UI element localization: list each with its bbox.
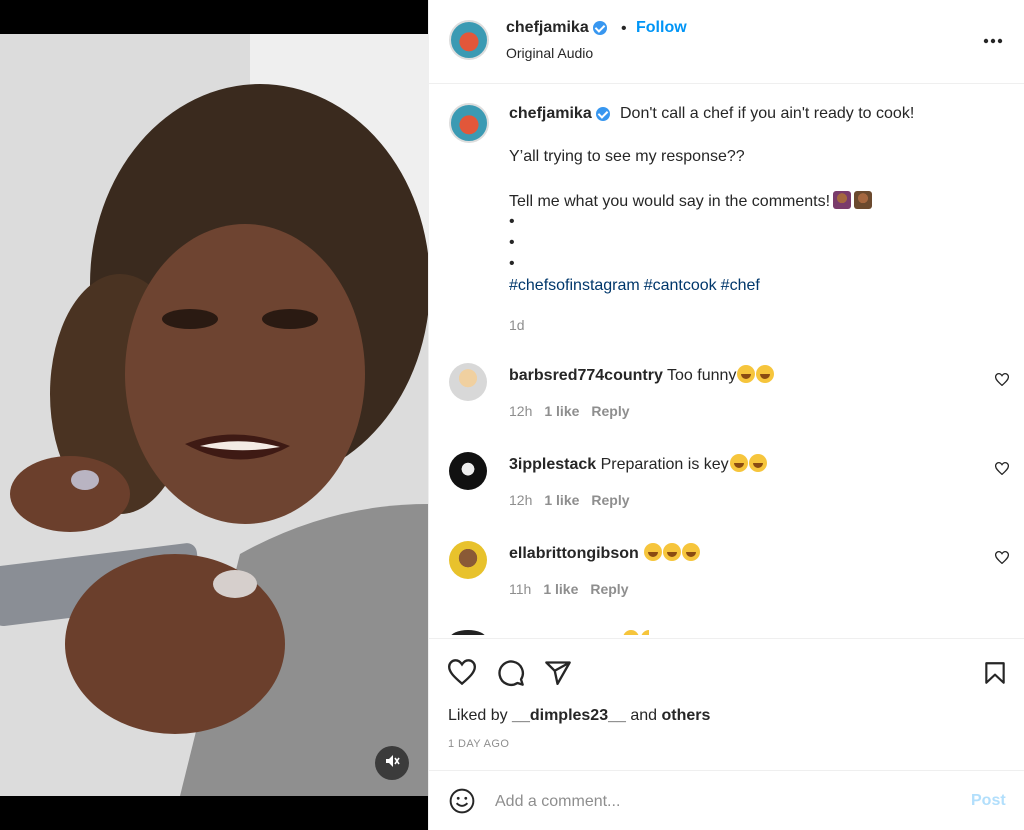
mute-button[interactable] bbox=[375, 746, 409, 780]
comment-bubble-icon bbox=[497, 660, 525, 691]
emoji-picker-button[interactable] bbox=[449, 788, 477, 816]
hashtag-link[interactable]: #chefsofinstagram bbox=[509, 277, 640, 294]
comment-body: barbsred774country Too funny bbox=[509, 365, 775, 385]
share-button[interactable] bbox=[544, 659, 572, 687]
reply-button[interactable]: Reply bbox=[591, 492, 629, 508]
caption-hashtags: #chefsofinstagram #cantcook #chef bbox=[509, 277, 764, 295]
comment-meta: 12h 1 like Reply bbox=[509, 403, 642, 419]
author-username[interactable]: chefjamika bbox=[506, 19, 607, 37]
verified-badge-icon bbox=[595, 106, 610, 121]
comment-time[interactable]: 11h bbox=[509, 581, 531, 597]
comment-body: 3ipplestack Preparation is key bbox=[509, 454, 767, 474]
post-comment-button[interactable]: Post bbox=[971, 792, 1006, 810]
hashtag-link[interactable]: #cantcook bbox=[644, 277, 717, 294]
caption-username[interactable]: chefjamika bbox=[509, 105, 610, 123]
comment-meta: 12h 1 like Reply bbox=[509, 492, 642, 508]
comment-likes[interactable]: 1 like bbox=[544, 492, 579, 508]
comment-text: Too funny bbox=[667, 367, 737, 384]
comment-like-button[interactable] bbox=[994, 551, 1011, 568]
laughing-emoji-icon bbox=[756, 365, 775, 383]
save-button[interactable] bbox=[982, 659, 1010, 687]
heart-icon bbox=[994, 462, 1010, 479]
caption-line-3: Tell me what you would say in the commen… bbox=[509, 191, 873, 211]
post-panel: chefjamika • Follow Original Audio chefj… bbox=[428, 0, 1024, 830]
caption-bullet: • bbox=[509, 234, 515, 251]
liked-by-prefix: Liked by bbox=[448, 707, 508, 724]
speaker-muted-icon bbox=[384, 753, 400, 774]
comment-like-button[interactable] bbox=[994, 462, 1011, 479]
laughing-emoji-icon bbox=[729, 454, 748, 472]
header-separator: • bbox=[621, 20, 627, 37]
comment-likes[interactable]: 1 like bbox=[543, 581, 578, 597]
comment-row: ellabrittongibson 11h 1 like Reply bbox=[429, 541, 1024, 621]
like-button[interactable] bbox=[447, 659, 477, 689]
more-horizontal-icon bbox=[983, 31, 1003, 49]
comment-text: Preparation is key bbox=[600, 456, 729, 473]
post-header: chefjamika • Follow Original Audio bbox=[429, 0, 1024, 84]
more-options-button[interactable] bbox=[981, 28, 1005, 52]
commenter-username[interactable]: barbsred774country bbox=[509, 367, 663, 384]
comment-body: ellabrittongibson bbox=[509, 543, 701, 563]
liked-by-others-link[interactable]: others bbox=[662, 707, 711, 724]
smiley-icon bbox=[449, 788, 475, 818]
comments-scroll-area[interactable]: chefjamika Don't call a chef if you ain'… bbox=[429, 85, 1024, 635]
liked-by-user-link[interactable]: __dimples23__ bbox=[512, 707, 626, 724]
audio-label[interactable]: Original Audio bbox=[506, 45, 593, 61]
author-avatar[interactable] bbox=[449, 20, 489, 60]
heart-icon bbox=[994, 551, 1010, 568]
comment-meta: 11h 1 like Reply bbox=[509, 581, 640, 597]
post-date[interactable]: 1 DAY AGO bbox=[448, 738, 509, 750]
teacher-emoji-icon bbox=[854, 191, 873, 209]
comment-row: 3ipplestack Preparation is key 12h 1 like… bbox=[429, 452, 1024, 532]
caption-timestamp[interactable]: 1d bbox=[509, 317, 525, 333]
liked-by-summary: Liked by __dimples23__ and others bbox=[448, 707, 710, 725]
video-panel[interactable] bbox=[0, 0, 428, 830]
commenter-avatar[interactable] bbox=[449, 452, 487, 490]
add-comment-bar: Post bbox=[429, 770, 1024, 830]
caption-avatar[interactable] bbox=[449, 103, 489, 143]
caption-bullet: • bbox=[509, 213, 515, 230]
laughing-emoji-icon bbox=[737, 365, 756, 383]
commenter-avatar[interactable] bbox=[449, 363, 487, 401]
comment-button[interactable] bbox=[497, 659, 525, 687]
laughing-emoji-icon bbox=[748, 454, 767, 472]
bookmark-icon bbox=[982, 662, 1008, 691]
post-actions-bar: Liked by __dimples23__ and others 1 DAY … bbox=[429, 638, 1024, 770]
commenter-username[interactable]: 3ipplestack bbox=[509, 456, 596, 473]
video-frame[interactable] bbox=[0, 34, 428, 796]
caption-headline: Don't call a chef if you ain't ready to … bbox=[620, 105, 915, 122]
liked-by-and: and bbox=[630, 707, 658, 724]
add-comment-input[interactable] bbox=[495, 789, 935, 815]
video-still bbox=[0, 34, 428, 796]
comment-time[interactable]: 12h bbox=[509, 492, 532, 508]
hashtag-link[interactable]: #chef bbox=[721, 277, 760, 294]
reply-button[interactable]: Reply bbox=[590, 581, 628, 597]
laughing-emoji-icon bbox=[682, 543, 701, 561]
comment-like-button[interactable] bbox=[994, 373, 1011, 390]
woman-shrugging-emoji-icon bbox=[833, 191, 852, 209]
author-username-text: chefjamika bbox=[506, 19, 589, 36]
commenter-avatar[interactable] bbox=[449, 541, 487, 579]
comment-row: barbsred774country Too funny 12h 1 like Re… bbox=[429, 363, 1024, 443]
caption-line-2: Y’all trying to see my response?? bbox=[509, 148, 745, 165]
reply-button[interactable]: Reply bbox=[591, 403, 629, 419]
commenter-username[interactable]: ellabrittongibson bbox=[509, 545, 639, 562]
follow-button[interactable]: Follow bbox=[636, 19, 687, 37]
clipped-comment-row bbox=[449, 625, 649, 635]
comment-likes[interactable]: 1 like bbox=[544, 403, 579, 419]
laughing-emoji-icon bbox=[663, 543, 682, 561]
caption-bullet: • bbox=[509, 255, 515, 272]
verified-badge-icon bbox=[592, 20, 607, 35]
heart-icon bbox=[994, 373, 1010, 390]
paper-plane-icon bbox=[544, 661, 572, 691]
caption-username-text: chefjamika bbox=[509, 105, 592, 122]
heart-icon bbox=[447, 659, 477, 689]
caption-line-3-text: Tell me what you would say in the commen… bbox=[509, 193, 831, 210]
comment-time[interactable]: 12h bbox=[509, 403, 532, 419]
laughing-emoji-icon bbox=[644, 543, 663, 561]
